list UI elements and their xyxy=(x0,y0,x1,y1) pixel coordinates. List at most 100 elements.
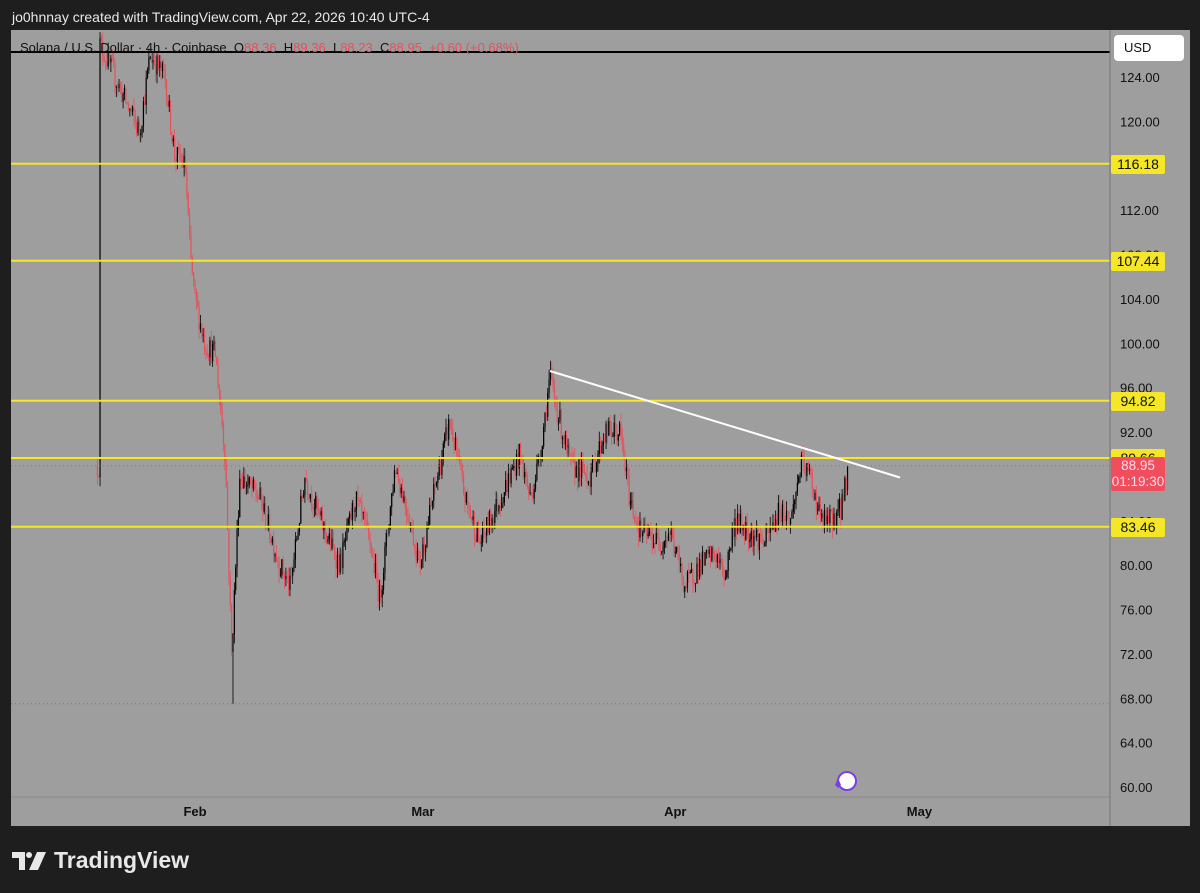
candle-body xyxy=(669,533,671,535)
candle-body xyxy=(129,108,131,110)
candle-body xyxy=(361,502,363,514)
candle-body xyxy=(647,533,649,537)
candle-body xyxy=(673,536,675,553)
candle-body xyxy=(385,533,387,547)
candle-body xyxy=(737,513,739,531)
candle-body xyxy=(115,86,117,88)
candle-body xyxy=(587,481,590,484)
candle-body xyxy=(125,87,127,103)
candle-body xyxy=(278,561,280,576)
candle-body xyxy=(727,551,729,571)
candle-body xyxy=(707,550,709,555)
candle-body xyxy=(620,423,622,435)
candle-body xyxy=(444,434,446,444)
candle-body xyxy=(547,392,549,417)
candle-body xyxy=(205,350,207,353)
candle-body xyxy=(627,467,629,477)
candle-body xyxy=(441,458,443,475)
candle-body xyxy=(277,559,279,562)
tradingview-logo: TradingView xyxy=(12,847,189,874)
candle-body xyxy=(709,549,712,561)
price-tick: 60.00 xyxy=(1120,780,1153,795)
candle-body xyxy=(826,515,828,524)
candle-body xyxy=(484,534,486,536)
candle-body xyxy=(745,522,747,540)
candle-body xyxy=(642,532,644,537)
candle-body xyxy=(464,493,466,503)
candle-body xyxy=(404,496,406,508)
candle-body xyxy=(400,487,402,494)
candle-body xyxy=(526,478,528,488)
candle-body xyxy=(754,535,756,538)
price-tick: 120.00 xyxy=(1120,114,1160,129)
candle-body xyxy=(122,94,124,102)
candle-body xyxy=(804,470,807,477)
candle-body xyxy=(355,491,358,510)
candle-body xyxy=(817,508,819,511)
candle-body xyxy=(418,550,420,553)
candle-body xyxy=(422,544,424,560)
candle-body xyxy=(609,421,611,429)
candle-body xyxy=(845,478,847,490)
candle-body xyxy=(389,506,391,527)
currency-button[interactable]: USD xyxy=(1114,35,1184,61)
candle-body xyxy=(819,504,822,519)
candle-body xyxy=(590,471,592,487)
candle-body xyxy=(781,504,784,522)
candle-body xyxy=(648,531,651,534)
candle-body xyxy=(524,471,526,478)
candle-body xyxy=(753,535,755,546)
candle-body xyxy=(576,465,579,482)
price-tick: 112.00 xyxy=(1120,203,1159,218)
candle-body xyxy=(259,487,261,499)
candle-body xyxy=(397,472,400,481)
candle-body xyxy=(415,547,417,562)
candle-body xyxy=(271,538,273,543)
candle-body xyxy=(250,477,252,485)
candle-body xyxy=(296,539,298,541)
plot xyxy=(11,31,1110,705)
price-tick: 100.00 xyxy=(1120,336,1160,351)
candle-body xyxy=(674,551,676,553)
candle-body xyxy=(701,551,703,575)
candle-body xyxy=(608,421,610,436)
candle-body xyxy=(491,518,493,526)
candle-body xyxy=(241,481,244,489)
candle-body xyxy=(471,517,473,520)
candle-body xyxy=(610,428,613,437)
candle-body xyxy=(377,578,379,602)
candle-body xyxy=(846,465,849,490)
candle-body xyxy=(507,473,509,493)
candle-body xyxy=(751,531,754,546)
candle-body xyxy=(297,531,299,540)
candle-body xyxy=(236,529,238,568)
candle-body xyxy=(217,364,219,389)
candle-body xyxy=(150,56,153,63)
candle-body xyxy=(779,502,781,519)
candle-body xyxy=(380,585,382,598)
candle-body xyxy=(344,539,347,541)
candle-body xyxy=(403,496,405,502)
candle-body xyxy=(739,513,741,533)
candle-body xyxy=(562,437,564,440)
candle-body xyxy=(789,518,792,525)
candle-body xyxy=(193,272,195,281)
candle-body xyxy=(494,511,496,523)
price-tick: 72.00 xyxy=(1120,647,1153,662)
candle-body xyxy=(401,487,404,502)
candle-body xyxy=(661,551,663,553)
candle-body xyxy=(188,214,191,235)
price-chart[interactable]: 124.00120.00116.00112.00108.00104.00100.… xyxy=(0,0,1200,893)
candle-body xyxy=(840,498,842,520)
price-tick: 68.00 xyxy=(1120,691,1153,706)
candle-body xyxy=(548,379,550,393)
candle-body xyxy=(625,467,628,471)
candle-body xyxy=(794,500,796,505)
candle-body xyxy=(813,488,815,500)
candle-body xyxy=(699,559,701,577)
candle-body xyxy=(121,87,123,102)
candle-body xyxy=(231,605,233,652)
candle-body xyxy=(566,435,568,448)
candle-body xyxy=(96,465,98,476)
candle-body xyxy=(563,437,565,445)
